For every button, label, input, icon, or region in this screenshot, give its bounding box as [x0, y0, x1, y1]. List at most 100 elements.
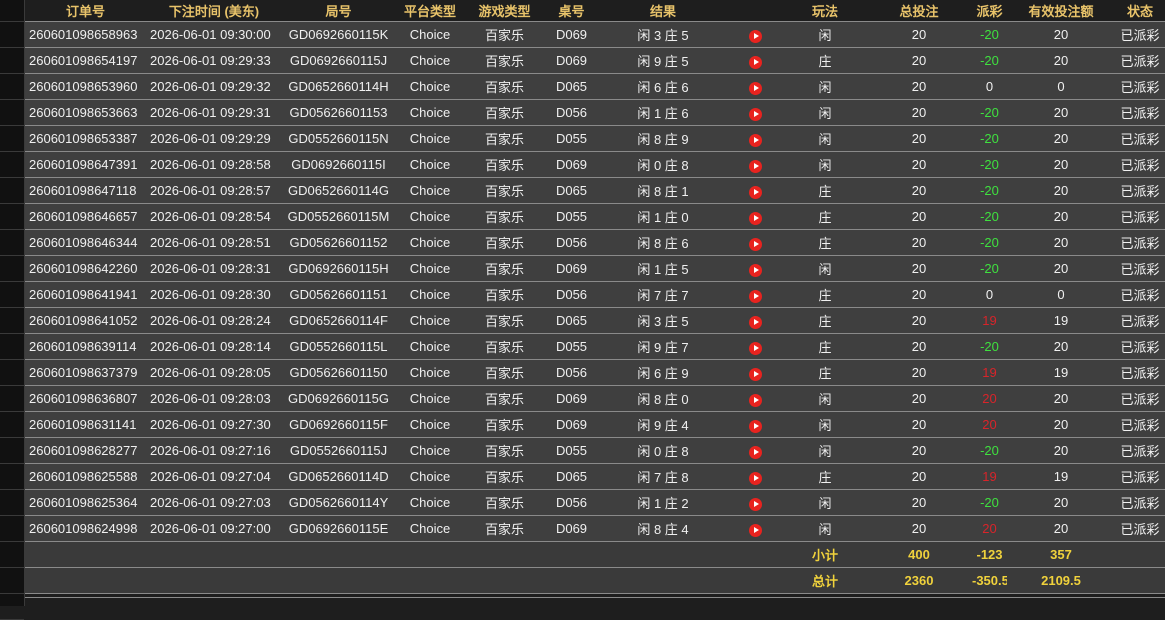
col-header-valid[interactable]: 有效投注额: [1007, 0, 1115, 22]
table-row[interactable]: 260601098625588 2026-06-01 09:27:04 GD0652…: [25, 463, 1165, 490]
table-row[interactable]: 260601098624998 2026-06-01 09:27:00 GD0692…: [25, 515, 1165, 542]
gutter-tick: [0, 47, 24, 48]
play-cell: 闲: [784, 125, 866, 152]
play-icon[interactable]: [749, 107, 762, 121]
play-icon[interactable]: [749, 55, 762, 69]
play-icon[interactable]: [749, 497, 762, 511]
play-icon[interactable]: [749, 367, 762, 381]
platform-cell: Choice: [395, 307, 465, 334]
table-row[interactable]: 260601098631141 2026-06-01 09:27:30 GD0692…: [25, 411, 1165, 438]
play-icon[interactable]: [749, 81, 762, 95]
platform-cell: Choice: [395, 177, 465, 204]
play-icon[interactable]: [749, 263, 762, 277]
col-header-order[interactable]: 订单号: [25, 0, 146, 22]
play-icon[interactable]: [749, 237, 762, 251]
bet-cell: 20: [866, 307, 972, 334]
platform-cell: Choice: [395, 463, 465, 490]
empty-cell: [727, 567, 784, 594]
play-cell: 庄: [784, 203, 866, 230]
col-header-time[interactable]: 下注时间 (美东): [146, 0, 282, 22]
video-cell: [727, 21, 784, 48]
table-row[interactable]: 260601098636807 2026-06-01 09:28:03 GD0692…: [25, 385, 1165, 412]
valid-cell: 0: [1007, 281, 1115, 308]
table-cell: D065: [544, 307, 599, 334]
play-icon[interactable]: [749, 523, 762, 537]
play-cell: 闲: [784, 489, 866, 516]
table-row[interactable]: 260601098646657 2026-06-01 09:28:54 GD0552…: [25, 203, 1165, 230]
play-icon[interactable]: [749, 445, 762, 459]
valid-cell: 20: [1007, 385, 1115, 412]
bet-cell: 20: [866, 489, 972, 516]
video-cell: [727, 47, 784, 74]
play-icon[interactable]: [749, 211, 762, 225]
status-cell: 已派彩: [1115, 411, 1165, 438]
video-cell: [727, 463, 784, 490]
play-icon[interactable]: [749, 185, 762, 199]
platform-cell: Choice: [395, 411, 465, 438]
play-icon[interactable]: [749, 159, 762, 173]
table-row[interactable]: 260601098646344 2026-06-01 09:28:51 GD0562…: [25, 229, 1165, 256]
empty-cell: [727, 541, 784, 568]
platform-cell: Choice: [395, 229, 465, 256]
table-row[interactable]: 260601098637379 2026-06-01 09:28:05 GD0562…: [25, 359, 1165, 386]
video-cell: [727, 177, 784, 204]
platform-cell: Choice: [395, 47, 465, 74]
col-header-platform[interactable]: 平台类型: [395, 0, 465, 22]
play-icon[interactable]: [749, 419, 762, 433]
table-row[interactable]: 260601098628277 2026-06-01 09:27:16 GD0552…: [25, 437, 1165, 464]
video-cell: [727, 359, 784, 386]
time-cell: 2026-06-01 09:28:57: [146, 177, 282, 204]
table-row[interactable]: 260601098647118 2026-06-01 09:28:57 GD0652…: [25, 177, 1165, 204]
table-cell: D056: [544, 359, 599, 386]
payout-cell: 19: [972, 463, 1007, 490]
payout-cell: -20: [972, 99, 1007, 126]
bet-cell: 20: [866, 151, 972, 178]
play-cell: 庄: [784, 177, 866, 204]
table-row[interactable]: 260601098653960 2026-06-01 09:29:32 GD0652…: [25, 73, 1165, 100]
table-row[interactable]: 260601098653387 2026-06-01 09:29:29 GD0552…: [25, 125, 1165, 152]
time-cell: 2026-06-01 09:28:54: [146, 203, 282, 230]
play-icon[interactable]: [749, 289, 762, 303]
platform-cell: Choice: [395, 21, 465, 48]
col-header-status[interactable]: 状态: [1115, 0, 1165, 22]
play-cell: 庄: [784, 281, 866, 308]
order-cell: 260601098646657: [25, 203, 146, 230]
play-icon[interactable]: [749, 133, 762, 147]
table-row[interactable]: 260601098641941 2026-06-01 09:28:30 GD0562…: [25, 281, 1165, 308]
table-row[interactable]: 260601098647391 2026-06-01 09:28:58 GD0692…: [25, 151, 1165, 178]
result-cell: 闲 9 庄 7: [599, 333, 727, 360]
play-icon[interactable]: [749, 393, 762, 407]
col-header-result[interactable]: 结果: [599, 0, 727, 22]
table-row[interactable]: 260601098658963 2026-06-01 09:30:00 GD0692…: [25, 21, 1165, 48]
order-cell: 260601098658963: [25, 21, 146, 48]
status-cell: 已派彩: [1115, 99, 1165, 126]
col-header-play[interactable]: 玩法: [784, 0, 866, 22]
table-row[interactable]: 260601098639114 2026-06-01 09:28:14 GD0552…: [25, 333, 1165, 360]
gutter-tick: [0, 489, 24, 490]
table-row[interactable]: 260601098654197 2026-06-01 09:29:33 GD0692…: [25, 47, 1165, 74]
play-icon[interactable]: [749, 341, 762, 355]
table-row[interactable]: 260601098642260 2026-06-01 09:28:31 GD0692…: [25, 255, 1165, 282]
game-cell: 百家乐: [465, 385, 544, 412]
table-row[interactable]: 260601098653663 2026-06-01 09:29:31 GD0562…: [25, 99, 1165, 126]
table-row[interactable]: 260601098625364 2026-06-01 09:27:03 GD0562…: [25, 489, 1165, 516]
bet-cell: 20: [866, 177, 972, 204]
payout-cell: 20: [972, 385, 1007, 412]
play-cell: 庄: [784, 229, 866, 256]
table-row[interactable]: 260601098641052 2026-06-01 09:28:24 GD0652…: [25, 307, 1165, 334]
result-cell: 闲 8 庄 1: [599, 177, 727, 204]
total-row: 总计 2360 -350.5 2109.5: [25, 567, 1165, 594]
valid-cell: 19: [1007, 307, 1115, 334]
round-cell: GD0692660115J: [282, 47, 395, 74]
play-icon[interactable]: [749, 315, 762, 329]
col-header-payout[interactable]: 派彩: [972, 0, 1007, 22]
round-cell: GD0692660115K: [282, 21, 395, 48]
play-icon[interactable]: [749, 471, 762, 485]
play-icon[interactable]: [749, 29, 762, 43]
col-header-round[interactable]: 局号: [282, 0, 395, 22]
game-cell: 百家乐: [465, 333, 544, 360]
payout-cell: -20: [972, 229, 1007, 256]
col-header-bet[interactable]: 总投注: [866, 0, 972, 22]
col-header-table[interactable]: 桌号: [544, 0, 599, 22]
col-header-game[interactable]: 游戏类型: [465, 0, 544, 22]
